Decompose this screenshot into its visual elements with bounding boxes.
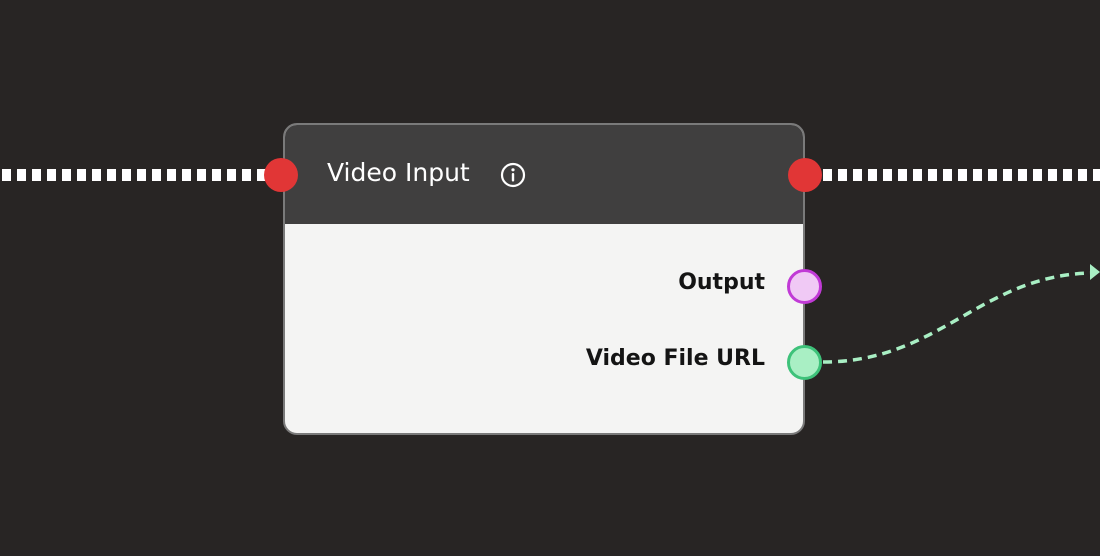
data-wire-video-url[interactable] (822, 271, 1093, 364)
exec-output-port[interactable] (788, 158, 822, 192)
video-file-url-port[interactable] (787, 345, 822, 380)
info-icon[interactable] (500, 162, 526, 188)
exec-input-port[interactable] (264, 158, 298, 192)
output-port-label: Output (678, 270, 765, 295)
data-wire-arrowhead-icon (1090, 264, 1100, 280)
node-header[interactable]: Video Input (285, 125, 803, 224)
video-file-url-port-label: Video File URL (585, 346, 765, 371)
node-editor-canvas[interactable]: Video Input Output Video File URL (0, 0, 1100, 556)
video-input-node[interactable]: Video Input Output Video File URL (283, 123, 805, 435)
node-title: Video Input (327, 158, 470, 187)
output-port[interactable] (787, 269, 822, 304)
